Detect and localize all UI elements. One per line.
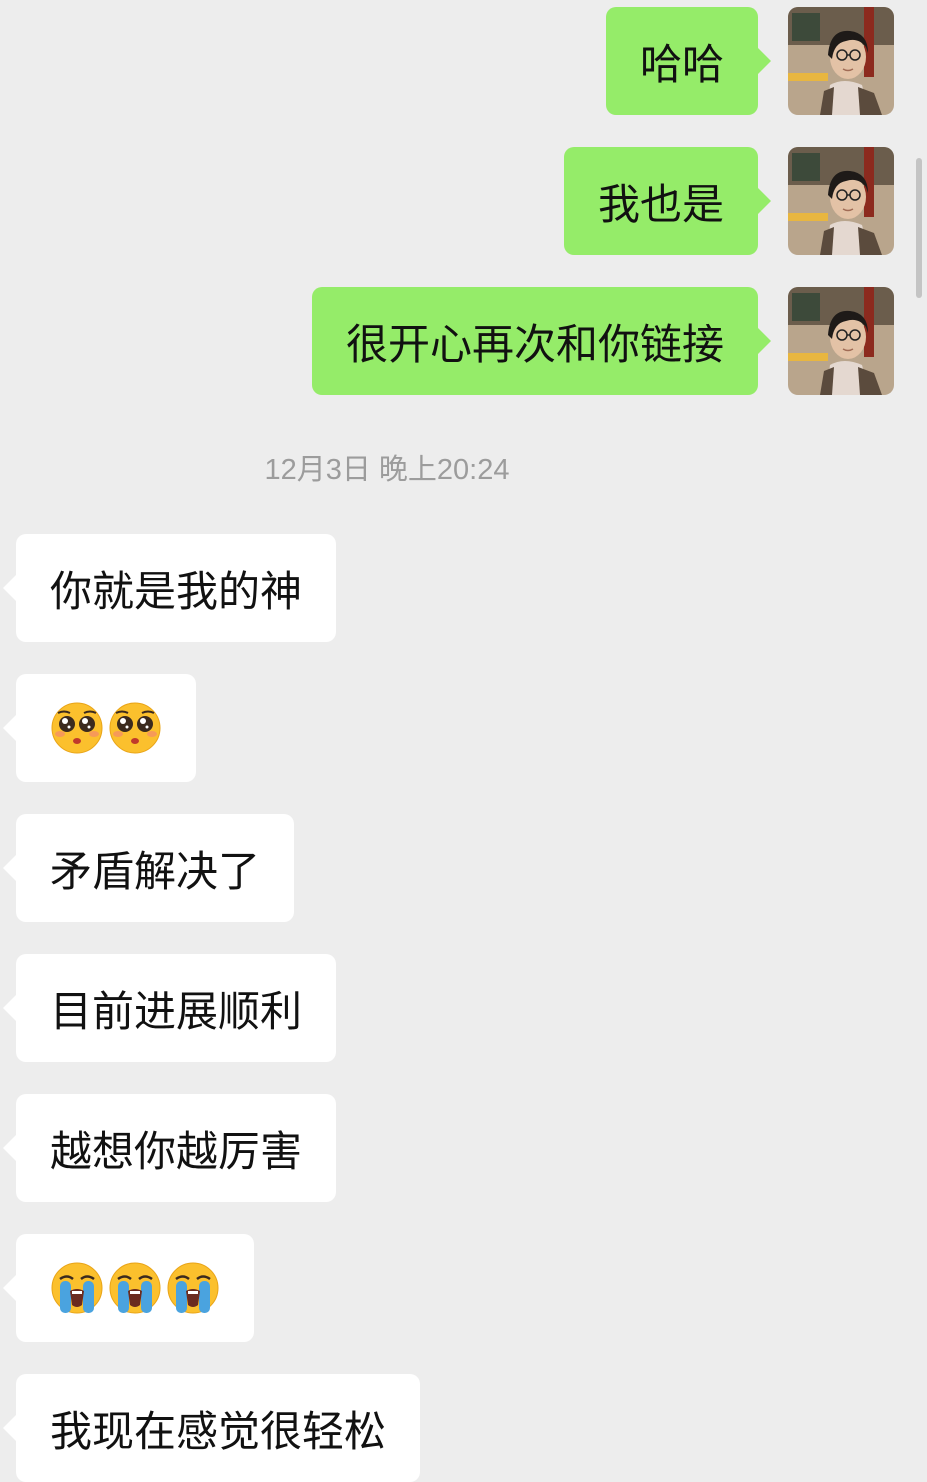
loudly-crying-face-icon bbox=[167, 1262, 219, 1314]
loudly-crying-face-icon bbox=[51, 1262, 103, 1314]
sent-message-bubble[interactable]: 很开心再次和你链接 bbox=[311, 287, 772, 395]
message-text: 很开心再次和你链接 bbox=[345, 319, 724, 369]
sent-message-row: 很开心再次和你链接 bbox=[311, 287, 894, 395]
emoji-row bbox=[50, 1261, 220, 1315]
avatar[interactable] bbox=[788, 287, 894, 395]
message-text: 越想你越厉害 bbox=[50, 1126, 303, 1176]
received-message-bubble[interactable]: 越想你越厉害 bbox=[2, 1094, 337, 1202]
received-message-bubble[interactable]: 我现在感觉很轻松 bbox=[2, 1374, 421, 1482]
message-text: 我现在感觉很轻松 bbox=[50, 1406, 387, 1456]
avatar-photo bbox=[788, 287, 894, 395]
received-message-bubble[interactable]: 矛盾解决了 bbox=[2, 814, 295, 922]
pleading-face-icon bbox=[109, 702, 161, 754]
message-text: 我也是 bbox=[597, 179, 724, 229]
avatar-photo bbox=[788, 147, 894, 255]
received-message-bubble[interactable] bbox=[3, 674, 196, 782]
sent-message-bubble[interactable]: 我也是 bbox=[563, 147, 772, 255]
received-message-bubble[interactable]: 你就是我的神 bbox=[2, 534, 337, 642]
sent-message-row: 我也是 bbox=[563, 147, 894, 255]
scrollbar-thumb[interactable] bbox=[916, 158, 922, 298]
message-timestamp: 12月3日 晚上20:24 bbox=[264, 454, 510, 486]
emoji-row bbox=[50, 701, 162, 755]
message-text: 目前进展顺利 bbox=[50, 986, 303, 1036]
pleading-face-icon bbox=[51, 702, 103, 754]
sent-message-bubble[interactable]: 哈哈 bbox=[605, 7, 772, 115]
received-message-bubble[interactable] bbox=[3, 1234, 254, 1342]
received-message-bubble[interactable]: 目前进展顺利 bbox=[2, 954, 337, 1062]
avatar[interactable] bbox=[788, 7, 894, 115]
message-text: 矛盾解决了 bbox=[50, 846, 261, 896]
avatar-photo bbox=[788, 7, 894, 115]
message-text: 哈哈 bbox=[639, 39, 724, 89]
message-text: 你就是我的神 bbox=[50, 566, 303, 616]
loudly-crying-face-icon bbox=[109, 1262, 161, 1314]
sent-message-row: 哈哈 bbox=[605, 7, 894, 115]
chat-window: 哈哈 我也是 很开心再次和你链接 12月3日 晚上20:24 你就是我的神 矛盾… bbox=[0, 0, 927, 1482]
avatar[interactable] bbox=[788, 147, 894, 255]
